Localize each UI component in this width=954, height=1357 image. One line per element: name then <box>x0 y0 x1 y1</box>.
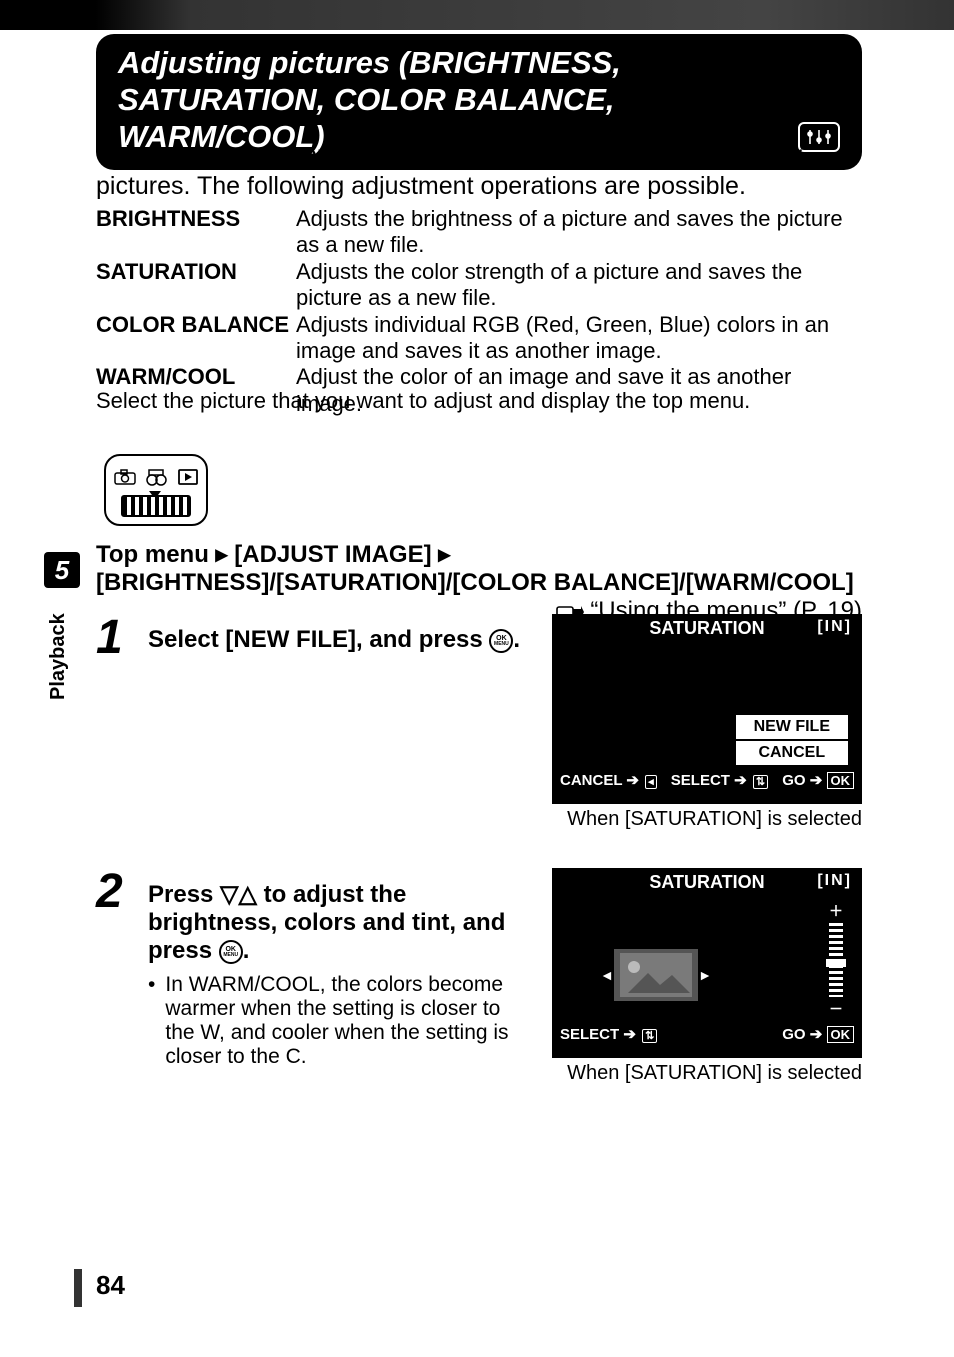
screen-caption: When [SATURATION] is selected <box>552 1062 862 1085</box>
chapter-label: Playback <box>47 613 70 700</box>
preview-thumbnail <box>614 949 698 1001</box>
in-badge: [IN] <box>817 872 852 890</box>
definition-term: BRIGHTNESS <box>96 206 296 259</box>
option-new-file: NEW FILE <box>736 715 848 739</box>
chapter-number: 5 <box>55 555 69 586</box>
step-2: 2 Press ▽△ to adjust the brightness, col… <box>96 868 862 1085</box>
screen-title: SATURATION <box>649 872 764 892</box>
updown-key-icon: ⇅ <box>642 1029 657 1043</box>
landscape-icon <box>620 953 692 997</box>
ok-key-icon: OK <box>827 772 855 789</box>
arrow-icon: ➔ <box>734 772 747 789</box>
definition-body: Adjusts individual RGB (Red, Green, Blue… <box>296 312 862 365</box>
camera-screen: SATURATION [IN] ＋ － <box>552 868 862 1058</box>
step-head-post: . <box>513 626 520 653</box>
step-number: 2 <box>96 868 130 1085</box>
page-marker <box>74 1269 82 1307</box>
in-badge: [IN] <box>817 618 852 636</box>
option-stack: NEW FILE CANCEL <box>736 715 848 765</box>
ok-menu-button-icon: OKMENU <box>219 940 243 964</box>
section-title-text: Adjusting pictures (BRIGHTNESS, SATURATI… <box>118 44 788 156</box>
step-head-text: Press ▽△ to adjust the brightness, color… <box>148 881 505 964</box>
mode-barrel-icon <box>121 495 191 517</box>
page-top-bar <box>0 0 954 30</box>
video-icon <box>146 468 168 491</box>
plus-icon: ＋ <box>829 901 843 921</box>
mode-icons-row <box>114 468 198 491</box>
step-heading: Select [NEW FILE], and press OKMENU. <box>148 626 534 654</box>
option-cancel: CANCEL <box>736 741 848 765</box>
slider-thumb <box>826 959 846 967</box>
screen-title: SATURATION <box>649 618 764 638</box>
step-body: Select [NEW FILE], and press OKMENU. <box>148 614 534 831</box>
screen-caption: When [SATURATION] is selected <box>552 808 862 831</box>
arrow-icon: ➔ <box>623 1026 636 1043</box>
mode-dial-icon <box>104 454 208 526</box>
screen-header: SATURATION [IN] <box>552 868 862 895</box>
slider-track <box>829 923 843 997</box>
screen-footer: CANCEL ➔ ◂ SELECT ➔ ⇅ GO ➔ OK <box>552 771 862 795</box>
bullet-icon: • <box>148 973 155 1069</box>
definition-row: SATURATION Adjusts the color strength of… <box>96 259 862 312</box>
step-right-col: SATURATION [IN] ＋ － <box>552 868 862 1085</box>
step-bullet: • In WARM/COOL, the colors become warmer… <box>148 973 534 1069</box>
playback-icon <box>178 469 198 490</box>
arrow-icon: ➔ <box>810 772 823 789</box>
definition-body: Adjusts the color strength of a picture … <box>296 259 862 312</box>
definition-term: SATURATION <box>96 259 296 312</box>
slider: ＋ － <box>824 901 848 1019</box>
step-number: 1 <box>96 614 130 831</box>
footer-go: GO ➔ OK <box>782 771 854 789</box>
screen-body: ＋ － <box>552 895 862 1025</box>
definition-row: COLOR BALANCE Adjusts individual RGB (Re… <box>96 312 862 365</box>
page-number: 84 <box>96 1270 125 1301</box>
breadcrumb: Top menu ▸ [ADJUST IMAGE] ▸ [BRIGHTNESS]… <box>96 540 862 625</box>
screen-body: NEW FILE CANCEL <box>552 641 862 771</box>
select-note: Select the picture that you want to adju… <box>96 388 750 414</box>
step-right-col: SATURATION [IN] NEW FILE CANCEL CANCEL ➔… <box>552 614 862 831</box>
step-1: 1 Select [NEW FILE], and press OKMENU. S… <box>96 614 862 831</box>
footer-go: GO ➔ OK <box>782 1025 854 1043</box>
intro-text: This function lets you adjust still pict… <box>96 140 862 203</box>
screen-header: SATURATION [IN] <box>552 614 862 641</box>
mode-barrel-wrap <box>121 495 191 517</box>
back-key-icon: ◂ <box>645 775 657 789</box>
step-head-pre: Select [NEW FILE], and press <box>148 626 489 653</box>
step-body: Press ▽△ to adjust the brightness, color… <box>148 868 534 1085</box>
chapter-tab: 5 <box>44 552 80 588</box>
updown-key-icon: ⇅ <box>753 775 768 789</box>
breadcrumb-path: Top menu ▸ [ADJUST IMAGE] ▸ [BRIGHTNESS]… <box>96 541 854 596</box>
ok-menu-button-icon: OKMENU <box>489 629 513 653</box>
step-head-post: . <box>243 937 250 964</box>
ok-key-icon: OK <box>827 1026 855 1043</box>
definition-row: BRIGHTNESS Adjusts the brightness of a p… <box>96 206 862 259</box>
minus-icon: － <box>829 999 843 1019</box>
arrow-icon: ➔ <box>626 772 639 789</box>
step-heading: Press ▽△ to adjust the brightness, color… <box>148 880 534 965</box>
footer-select: SELECT ➔ ⇅ <box>560 1025 657 1043</box>
screen-footer: SELECT ➔ ⇅ GO ➔ OK <box>552 1025 862 1049</box>
definitions-list: BRIGHTNESS Adjusts the brightness of a p… <box>96 206 862 417</box>
definition-term: COLOR BALANCE <box>96 312 296 365</box>
footer-cancel: CANCEL ➔ ◂ <box>560 771 657 789</box>
footer-select: SELECT ➔ ⇅ <box>671 771 768 789</box>
camera-screen: SATURATION [IN] NEW FILE CANCEL CANCEL ➔… <box>552 614 862 804</box>
camera-icon <box>114 469 136 490</box>
bullet-text: In WARM/COOL, the colors become warmer w… <box>165 973 534 1069</box>
arrow-icon: ➔ <box>810 1026 823 1043</box>
definition-body: Adjusts the brightness of a picture and … <box>296 206 862 259</box>
